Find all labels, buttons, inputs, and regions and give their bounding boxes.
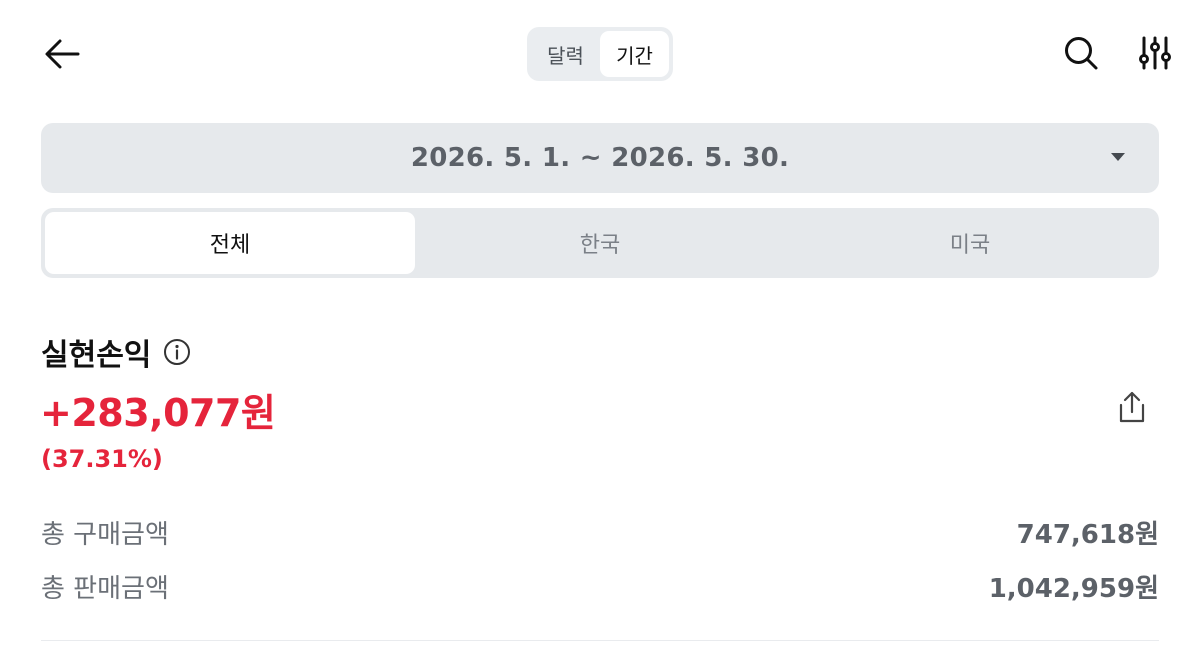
view-mode-toggle: 달력 기간 [527, 27, 673, 81]
search-button[interactable] [1058, 30, 1104, 76]
realized-pl-rate: (37.31%) [41, 445, 163, 473]
tab-all[interactable]: 전체 [45, 212, 415, 274]
date-range-label: 2026. 5. 1. ~ 2026. 5. 30. [410, 143, 790, 173]
tab-korea[interactable]: 한국 [415, 212, 785, 274]
total-sale-row: 총 판매금액 1,042,959원 [41, 566, 1159, 606]
total-purchase-row: 총 구매금액 747,618원 [41, 512, 1159, 552]
total-purchase-label: 총 구매금액 [41, 519, 169, 550]
view-option-calendar[interactable]: 달력 [531, 31, 600, 77]
back-arrow-icon [45, 39, 80, 69]
tab-usa[interactable]: 미국 [785, 212, 1155, 274]
filter-button[interactable] [1132, 30, 1178, 76]
filter-sliders-icon [1139, 36, 1171, 70]
caret-down-icon [1111, 153, 1125, 161]
date-range-selector[interactable]: 2026. 5. 1. ~ 2026. 5. 30. [41, 123, 1159, 193]
realized-pl-title: 실현손익 [41, 338, 152, 373]
realized-pl-section-title: 실현손익 [41, 330, 191, 374]
section-divider [41, 640, 1159, 641]
realized-pl-amount: +283,077원 [40, 391, 276, 435]
view-option-period[interactable]: 기간 [600, 31, 669, 77]
share-button[interactable] [1110, 385, 1154, 429]
info-icon[interactable] [163, 338, 191, 366]
total-purchase-value: 747,618원 [1016, 519, 1159, 550]
total-sale-value: 1,042,959원 [988, 573, 1159, 604]
back-button[interactable] [40, 32, 84, 76]
total-sale-label: 총 판매금액 [41, 573, 169, 604]
share-icon [1119, 391, 1145, 423]
search-icon [1065, 37, 1098, 70]
market-tabs: 전체 한국 미국 [41, 208, 1159, 278]
